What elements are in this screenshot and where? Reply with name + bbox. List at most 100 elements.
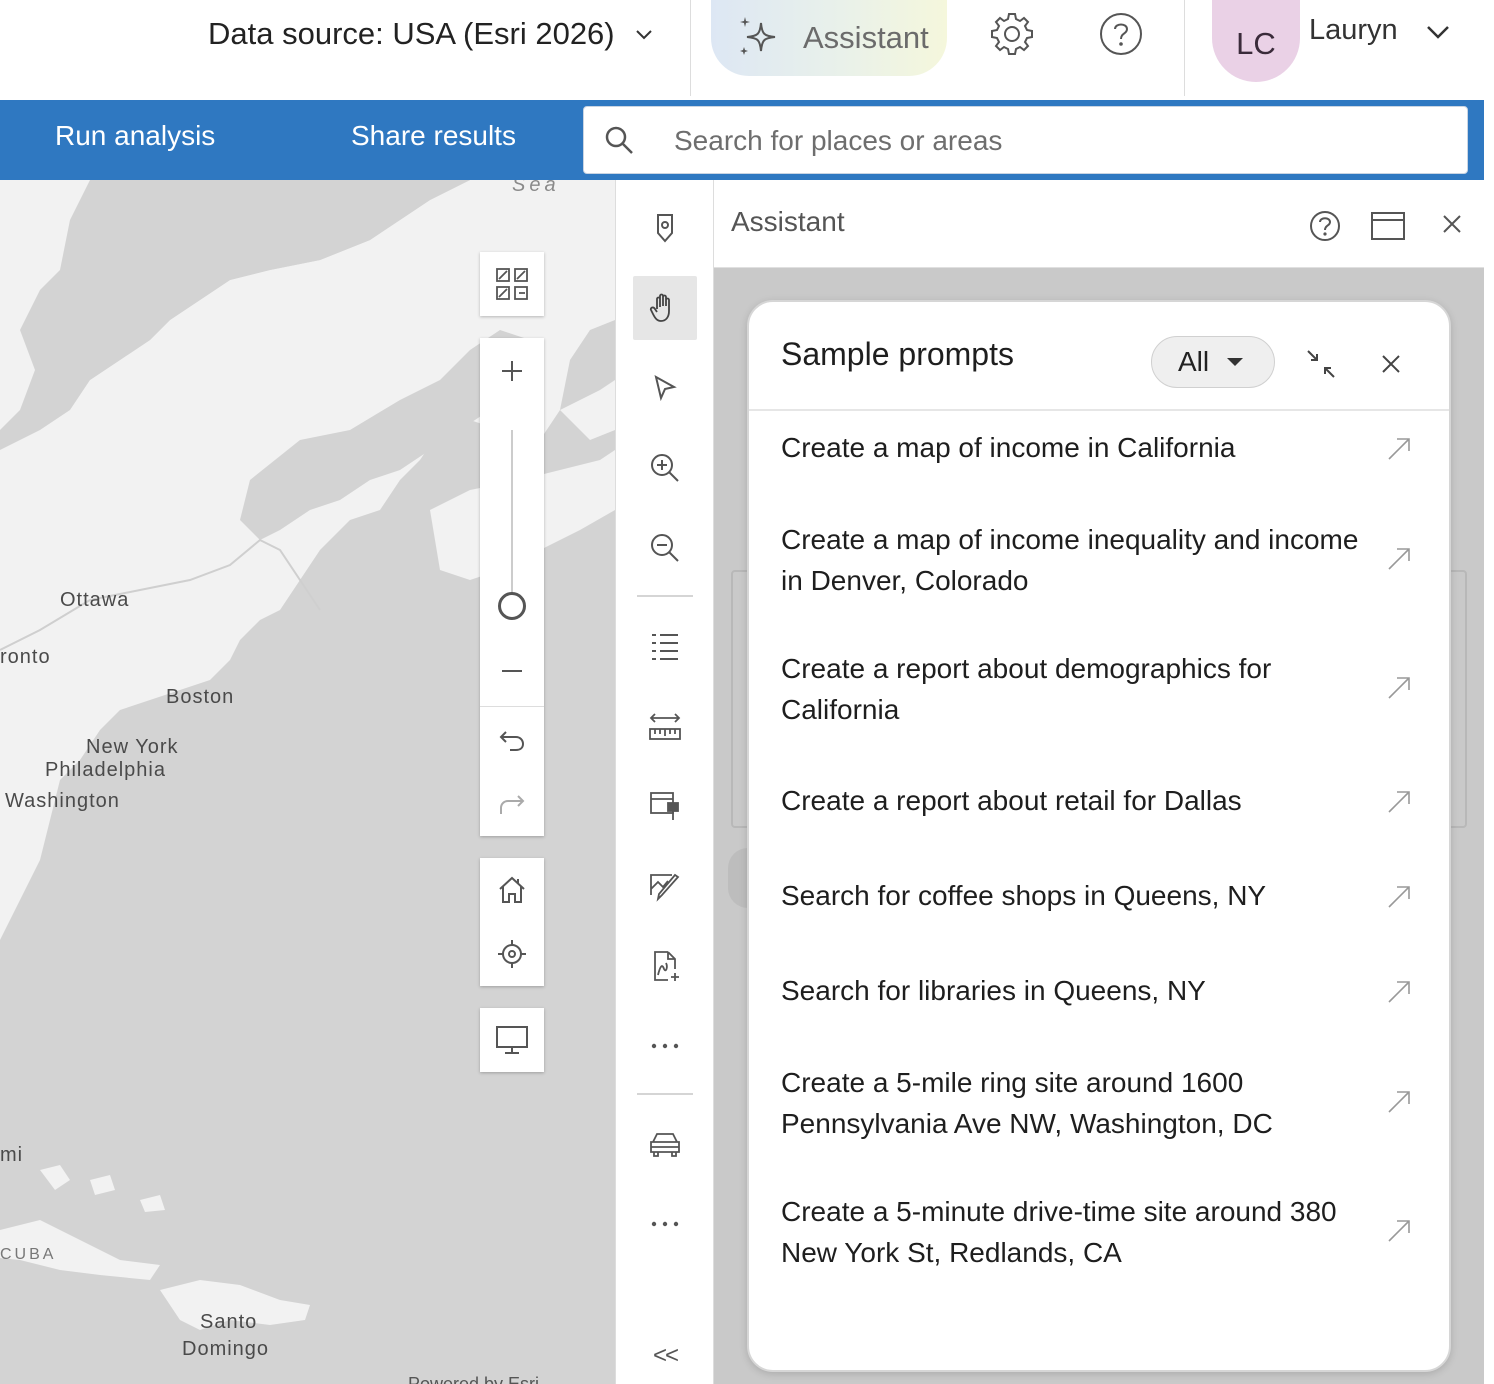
zoom-out-button[interactable] [480,638,544,704]
pin-tool-button[interactable] [633,196,697,260]
help-circle-icon [1310,211,1340,241]
fullscreen-button[interactable] [480,1008,544,1072]
zoom-slider-track[interactable] [511,430,513,610]
prompt-item[interactable]: Create a map of income inequality and in… [749,519,1449,601]
measure-icon [649,713,681,740]
more-tools-button[interactable] [633,1014,697,1078]
zoom-control [480,338,544,836]
divider [749,409,1449,411]
prompt-item[interactable]: Search for coffee shops in Queens, NY [749,875,1449,916]
zoom-out-icon [651,534,679,562]
prompt-item[interactable]: Create a 5-mile ring site around 1600 Pe… [749,1062,1449,1144]
prompt-item[interactable]: Search for libraries in Queens, NY [749,970,1449,1011]
panel-dock-button[interactable] [1368,206,1408,246]
prompt-item[interactable]: Create a 5-minute drive-time site around… [749,1191,1449,1273]
map-label-sea: Sea [512,180,560,196]
search-box [583,106,1468,174]
select-tool-button[interactable] [633,356,697,420]
redo-icon [500,795,525,814]
pin-icon [657,214,673,243]
prompt-text: Create a map of income inequality and in… [781,524,1359,596]
sketch-button[interactable] [633,854,697,918]
basemap-gallery-button[interactable] [480,252,544,316]
settings-button[interactable] [984,6,1040,62]
minimize-arrows-icon [1307,350,1335,378]
prompt-item[interactable]: Create a report about retail for Dallas [749,780,1449,821]
list-icon [652,634,678,660]
avatar[interactable]: LC [1212,0,1300,82]
map-label-new-york: New York [86,736,179,758]
zoom-in-button[interactable] [480,338,544,404]
prompt-item[interactable]: Create a map of income in California [749,427,1449,468]
close-dialog-button[interactable] [1375,348,1407,380]
map-label-cuba: CUBA [0,1246,57,1263]
divider [1184,0,1185,96]
data-source-label: Data source: USA (Esri 2026) [208,16,615,51]
basemap-gallery-control [480,252,544,316]
user-initials: LC [1236,26,1276,61]
arrow-up-right-icon [1388,1220,1410,1242]
prompt-text: Create a report about demographics for C… [781,653,1272,725]
chevron-down-icon[interactable] [1424,18,1452,46]
help-button[interactable] [1093,6,1149,62]
zoom-out-tool-button[interactable] [633,516,697,580]
cut-off-prompt: Create a report about [781,1332,1047,1340]
zoom-slider-thumb[interactable] [498,592,526,620]
more-tools-button-2[interactable] [633,1192,697,1256]
top-bar: Data source: USA (Esri 2026) Assistant L… [0,0,1494,100]
prompt-filter-dropdown[interactable]: All [1151,336,1275,388]
prompt-text: Search for coffee shops in Queens, NY [781,880,1267,911]
arrow-up-right-icon [1388,438,1410,460]
panel-help-button[interactable] [1305,206,1345,246]
tool-rail: << [615,180,714,1384]
undo-button[interactable] [480,708,544,772]
undo-icon [499,731,525,751]
select-arrow-icon [654,375,677,402]
layers-list-button[interactable] [633,614,697,678]
map-label-boston: Boston [166,686,235,708]
add-file-button[interactable] [633,934,697,998]
map-label-santo: Santo [200,1311,258,1333]
arrow-up-right-icon [1388,677,1410,699]
minimize-dialog-button[interactable] [1301,344,1341,384]
map-report-button[interactable] [633,774,697,838]
map-label-toronto: ronto [0,646,51,668]
map-view[interactable]: Sea Ottawa ronto Boston New York Philade… [0,180,615,1384]
drive-time-button[interactable] [633,1112,697,1176]
prompt-text: Create a map of income in California [781,432,1236,463]
pan-tool-button[interactable] [633,276,697,340]
add-file-icon [654,951,679,981]
map-label-ottawa: Ottawa [60,589,130,611]
collapse-toolbar-button[interactable]: << [633,1324,697,1384]
prompt-item[interactable]: Create a report about demographics for C… [749,648,1449,730]
more-icon [651,1221,679,1227]
share-results-button[interactable]: Share results [351,120,516,152]
pan-hand-icon [649,293,670,322]
data-source-selector[interactable]: Data source: USA (Esri 2026) [208,12,655,56]
home-icon [499,876,525,903]
assistant-button[interactable]: Assistant [711,0,947,76]
minus-icon [502,670,522,672]
map-label-philadelphia: Philadelphia [45,759,166,781]
chevron-down-icon [635,30,652,40]
measure-button[interactable] [633,694,697,758]
locate-button[interactable] [480,922,544,986]
sparkle-icon [740,17,776,55]
window-icon [1371,212,1405,240]
basemap-grid-icon [496,268,528,300]
redo-button[interactable] [480,772,544,836]
filter-value: All [1178,346,1210,377]
search-icon [605,126,633,154]
map-attribution: Powered by Esri [408,1374,540,1384]
zoom-in-icon [651,454,679,482]
divider [637,595,693,597]
panel-close-button[interactable] [1436,208,1468,240]
home-button[interactable] [480,858,544,922]
zoom-in-tool-button[interactable] [633,436,697,500]
run-analysis-button[interactable]: Run analysis [55,120,215,152]
prompt-text: Create a 5-minute drive-time site around… [781,1196,1337,1268]
arrow-up-right-icon [1388,981,1410,1003]
search-input[interactable] [674,119,1434,163]
plus-icon [502,361,522,381]
user-name[interactable]: Lauryn [1309,14,1398,47]
